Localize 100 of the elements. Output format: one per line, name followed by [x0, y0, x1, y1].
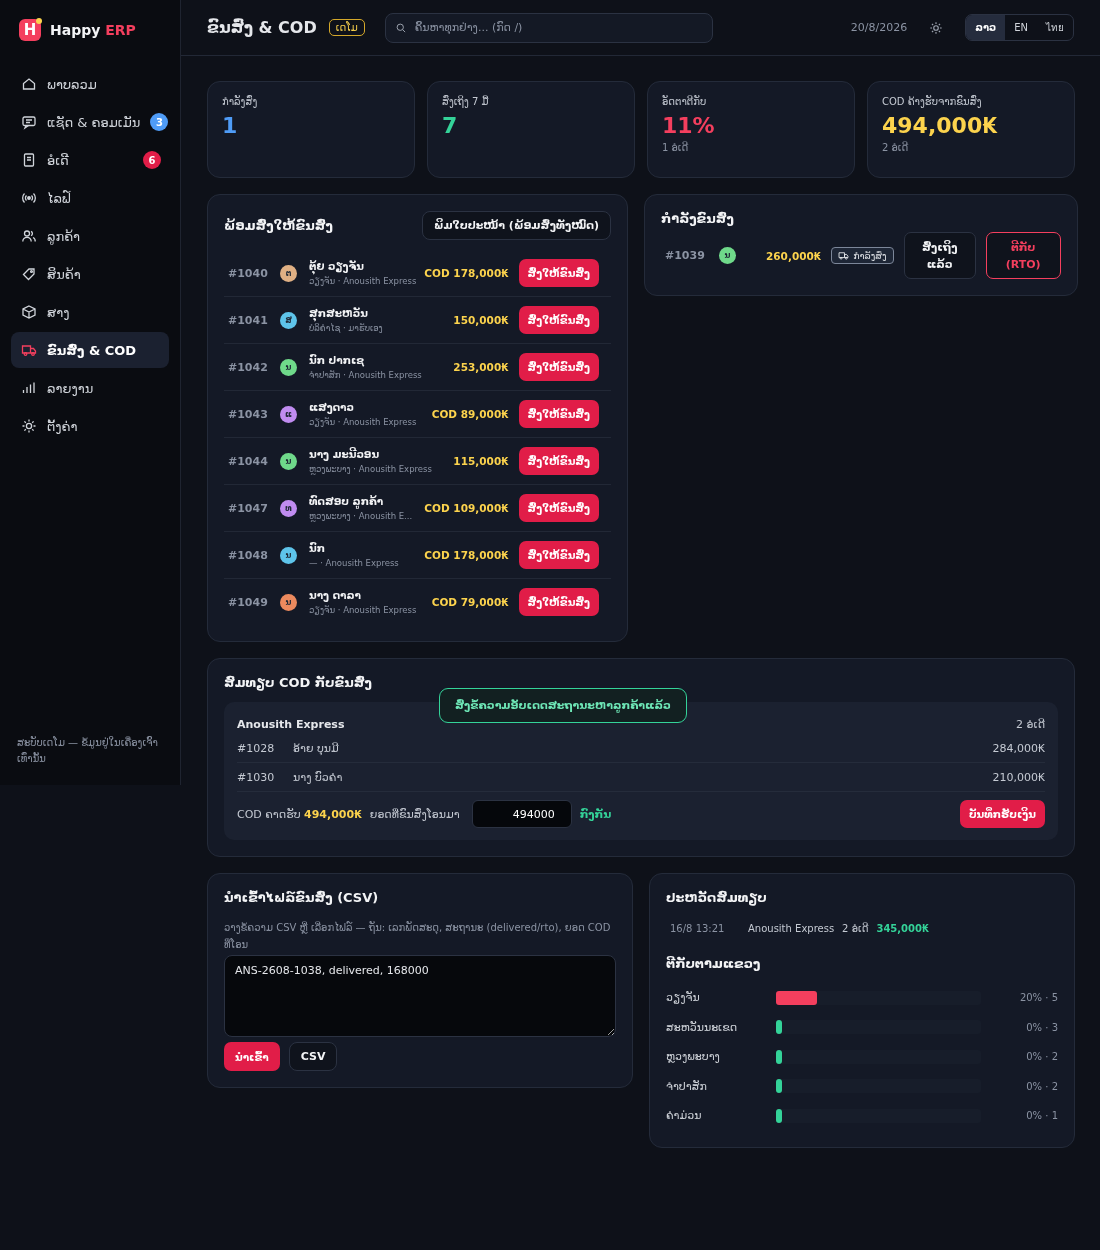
order-amount: 260,000₭ — [766, 249, 822, 262]
demo-badge: ເດໂມ — [328, 19, 365, 36]
sidebar-item[interactable]: ໄລຟ໌ — [11, 180, 169, 216]
panel-title: ພ້ອມສົ່ງໃຫ້ຂົນສົ່ງ — [224, 218, 333, 233]
stat-value: 11% — [662, 113, 716, 138]
sidebar-item[interactable]: ຂົນສົ່ງ & COD — [11, 332, 169, 368]
rate-reading: 0% · 1 — [1026, 1110, 1058, 1122]
customer-detail: ວຽງຈັນ · Anousith Express — [309, 415, 417, 429]
language-tab[interactable]: ລາວ — [966, 15, 1006, 40]
toast-message: ສົ່ງຂໍ້ຄວາມອັບເດດສະຖານະຫາລູກຄ້າແລ້ວ — [439, 688, 687, 723]
language-tab[interactable]: ไทย — [1037, 15, 1073, 40]
order-amount: COD 109,000₭ — [424, 502, 509, 514]
count-badge: 6 — [143, 151, 161, 169]
order-amount: 253,000₭ — [453, 361, 509, 373]
language-tab[interactable]: EN — [1005, 15, 1037, 40]
carrier-name: Anousith Express — [748, 923, 835, 934]
ship-button[interactable]: ສົ່ງໃຫ້ຂົນສົ່ງ — [518, 588, 599, 616]
sidebar-item[interactable]: ລາຍງານ — [11, 370, 169, 406]
save-button[interactable]: ບັນທຶກຮັບເງິນ — [959, 800, 1045, 828]
province-name: ຈຳປາສັກ — [666, 1079, 708, 1093]
customer-detail: ຫຼວງພະບາງ · Anousith Express — [309, 462, 432, 476]
province-name: ວຽງຈັນ — [666, 991, 701, 1005]
customer-name: ນົກ — [309, 540, 326, 556]
order-id: #1048 — [228, 548, 269, 562]
status-tag: ກຳລັງສົ່ງ — [831, 247, 894, 264]
order-id: #1049 — [228, 595, 269, 609]
ship-button[interactable]: ສົ່ງໃຫ້ຂົນສົ່ງ — [518, 400, 599, 428]
order-amount: COD 178,000₭ — [424, 267, 509, 279]
file-button[interactable]: CSV — [288, 1042, 338, 1071]
import-button[interactable]: ນຳເຂົ້າ — [224, 1042, 280, 1071]
bar-chart-icon — [21, 380, 37, 396]
page-title: ຂົນສົ່ງ & COD — [207, 18, 317, 37]
return-button[interactable]: ຕີກັບ (RTO) — [985, 232, 1061, 279]
order-count: 2 ອໍເດີ — [842, 923, 869, 934]
sidebar-item[interactable]: ຕັ້ງຄ່າ — [11, 408, 169, 444]
sidebar-item[interactable]: ອໍເດີ 6 — [11, 142, 169, 178]
sidebar-item[interactable]: ແຊັດ & ຄອມເມັນ 3 — [11, 104, 169, 140]
customer-name: ອ້າຍ ບຸນມີ — [293, 741, 340, 755]
stat-label: ກຳລັງສົ່ງ — [222, 96, 259, 107]
theme-toggle-icon[interactable] — [929, 20, 944, 35]
footer-note: ສະບັບເດໂມ — ຂໍ້ມູນຢູ່ໃນເຄື່ອງເຈົ້າເທົ່ານັ້ນ — [16, 735, 159, 766]
stat-label: ສົ່ງເຖິງ 7 ມື້ — [442, 96, 490, 107]
rate-reading: 0% · 2 — [1026, 1051, 1058, 1063]
truck-icon — [21, 342, 37, 358]
order-id: #1030 — [237, 770, 276, 784]
province-name: ສະຫວັນນະເຂດ — [666, 1020, 739, 1034]
order-id: #1041 — [228, 313, 269, 327]
sidebar-item[interactable]: ພາບລວມ — [11, 66, 169, 102]
customer-name: ແສງດາວ — [309, 399, 355, 415]
order-id: #1043 — [228, 407, 269, 421]
truck-icon — [838, 250, 850, 261]
avatar: ຕ — [280, 264, 297, 282]
customer-name: ຕຸ້ຍ ວຽງຈັນ — [309, 258, 417, 274]
customer-detail: — · Anousith Express — [309, 556, 399, 570]
stat-value: 1 — [222, 113, 239, 138]
stat-note: 2 ອໍເດີ — [882, 142, 910, 153]
customer-name: ທົດສອບ ລູກຄ້າ — [309, 493, 385, 509]
province-name: ຫຼວງພະບາງ — [666, 1050, 721, 1064]
order-amount: COD 89,000₭ — [431, 408, 509, 420]
amount-field[interactable]: 494000 — [471, 800, 572, 828]
order-amount: 150,000₭ — [453, 314, 509, 326]
customer-detail: ວຽງຈັນ · Anousith Express — [309, 274, 417, 288]
print-button[interactable]: ພິມໃບປະໜ້າ (ພ້ອມສົ່ງທັງໝົດ) — [421, 211, 611, 240]
avatar: ນ — [280, 358, 297, 376]
ship-button[interactable]: ສົ່ງໃຫ້ຂົນສົ່ງ — [518, 541, 599, 569]
expected-cod: COD ຄາດຮັບ 494,000₭ — [237, 807, 362, 821]
carrier-name: Anousith Express — [237, 717, 345, 731]
customer-detail: ວຽງຈັນ · Anousith Express — [309, 603, 417, 617]
order-amount: 284,000₭ — [992, 741, 1045, 755]
sun-icon — [21, 418, 37, 434]
avatar: ນ — [280, 593, 297, 611]
order-amount: COD 178,000₭ — [424, 549, 509, 561]
avatar: ທ — [280, 499, 297, 517]
ship-button[interactable]: ສົ່ງໃຫ້ຂົນສົ່ງ — [518, 259, 599, 287]
order-id: #1047 — [228, 501, 269, 515]
ship-button[interactable]: ສົ່ງໃຫ້ຂົນສົ່ງ — [518, 447, 599, 475]
panel-title: ປະຫວັດສົມທຽບ — [666, 890, 768, 905]
sidebar-item[interactable]: ລູກຄ້າ — [11, 218, 169, 254]
delivered-button[interactable]: ສົ່ງເຖິງແລ້ວ — [903, 232, 976, 279]
csv-field[interactable]: ANS-2608-1038, delivered, 168000 — [224, 955, 616, 1037]
order-id: #1040 — [228, 266, 269, 280]
sidebar-item[interactable]: ສິນຄ້າ — [11, 256, 169, 292]
search-field[interactable]: ຄົ້ນຫາທຸກຢ່າງ... (ກົດ /) — [384, 12, 713, 43]
ship-button[interactable]: ສົ່ງໃຫ້ຂົນສົ່ງ — [518, 353, 599, 381]
order-id: #1039 — [665, 249, 706, 262]
order-count: 2 ອໍເດີ — [1016, 717, 1045, 731]
rate-reading: 0% · 2 — [1026, 1080, 1058, 1092]
avatar: ແ — [280, 405, 297, 423]
stat-note: 1 ອໍເດີ — [662, 142, 690, 153]
ship-button[interactable]: ສົ່ງໃຫ້ຂົນສົ່ງ — [518, 306, 599, 334]
logo-icon: H — [19, 19, 41, 41]
stat-value: 494,000₭ — [882, 113, 999, 138]
home-icon — [21, 76, 37, 92]
customer-name: ນາງ ບົວຄຳ — [293, 770, 344, 784]
stat-label: COD ຄ້າງຮັບຈາກຂົນສົ່ງ — [882, 96, 983, 107]
avatar: ນ — [280, 452, 297, 470]
panel-title: ສົມທຽບ COD ກັບຂົນສົ່ງ — [224, 675, 373, 690]
sidebar-item[interactable]: ສາງ — [11, 294, 169, 330]
ship-button[interactable]: ສົ່ງໃຫ້ຂົນສົ່ງ — [518, 494, 599, 522]
chat-icon — [21, 114, 37, 130]
